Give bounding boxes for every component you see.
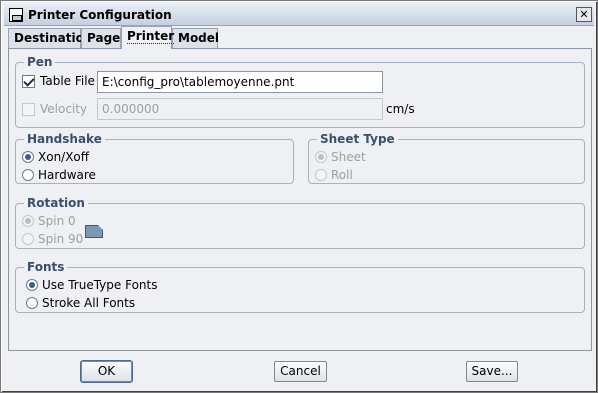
- stroke-all-fonts-label: Stroke All Fonts: [42, 296, 136, 310]
- save-button[interactable]: Save...: [466, 361, 518, 382]
- hardware-radio[interactable]: [22, 169, 34, 181]
- title-bar: Printer Configuration ✕: [4, 4, 594, 26]
- sheet-type-legend: Sheet Type: [317, 132, 398, 146]
- tab-page[interactable]: Page: [81, 28, 121, 48]
- page-orientation-icon: [85, 225, 103, 238]
- stroke-all-fonts-radio[interactable]: [26, 297, 38, 309]
- tab-model[interactable]: Model: [172, 28, 220, 48]
- table-file-label: Table File: [40, 74, 95, 88]
- spin-90-radio[interactable]: [22, 233, 34, 245]
- xon-xoff-label: Xon/Xoff: [38, 150, 90, 164]
- velocity-checkbox-row[interactable]: Velocity: [22, 102, 87, 116]
- fonts-group: Fonts Use TrueType Fonts Stroke All Font…: [15, 260, 585, 313]
- xon-xoff-radio-row[interactable]: Xon/Xoff: [22, 150, 89, 164]
- spin-0-label: Spin 0: [38, 214, 76, 228]
- spin-0-radio[interactable]: [22, 215, 34, 227]
- spin-90-radio-row[interactable]: Spin 90: [22, 232, 83, 246]
- window-title: Printer Configuration: [28, 8, 172, 22]
- use-truetype-fonts-label: Use TrueType Fonts: [42, 278, 158, 292]
- printer-app-icon: [9, 8, 23, 22]
- tab-model-label: Model: [178, 31, 220, 45]
- velocity-checkbox[interactable]: [22, 102, 35, 116]
- xon-xoff-radio[interactable]: [22, 151, 34, 163]
- tab-destination[interactable]: Destination: [8, 28, 92, 48]
- velocity-input[interactable]: 0.000000: [97, 98, 383, 120]
- rotation-legend: Rotation: [24, 196, 88, 210]
- handshake-legend: Handshake: [24, 132, 105, 146]
- hardware-label: Hardware: [38, 168, 96, 182]
- tab-printer[interactable]: Printer: [121, 26, 175, 49]
- pen-group: Pen Table File E:\config_pro\tablemoyenn…: [15, 55, 585, 128]
- table-file-checkbox[interactable]: [22, 74, 35, 88]
- hardware-radio-row[interactable]: Hardware: [22, 168, 96, 182]
- spin-0-radio-row[interactable]: Spin 0: [22, 214, 76, 228]
- roll-label: Roll: [331, 168, 353, 182]
- sheet-label: Sheet: [331, 150, 366, 164]
- ok-button[interactable]: OK: [81, 361, 132, 382]
- rotation-group: Rotation Spin 0 Spin 90: [15, 196, 585, 249]
- fonts-legend: Fonts: [24, 260, 68, 274]
- sheet-radio-row[interactable]: Sheet: [315, 150, 366, 164]
- spin-90-label: Spin 90: [38, 232, 84, 246]
- velocity-unit-label: cm/s: [386, 102, 415, 116]
- printer-tab-panel: Pen Table File E:\config_pro\tablemoyenn…: [8, 48, 592, 351]
- pen-legend: Pen: [24, 55, 56, 69]
- tab-page-label: Page: [87, 31, 121, 45]
- velocity-label: Velocity: [40, 102, 88, 116]
- roll-radio-row[interactable]: Roll: [315, 168, 353, 182]
- sheet-radio[interactable]: [315, 151, 327, 163]
- use-truetype-fonts-radio[interactable]: [26, 279, 38, 291]
- stroke-all-fonts-radio-row[interactable]: Stroke All Fonts: [26, 296, 135, 310]
- table-file-checkbox-row[interactable]: Table File: [22, 74, 95, 88]
- printer-configuration-dialog: Printer Configuration ✕ Destination Page…: [0, 0, 598, 393]
- roll-radio[interactable]: [315, 169, 327, 181]
- table-file-input[interactable]: E:\config_pro\tablemoyenne.pnt: [97, 71, 383, 93]
- cancel-button[interactable]: Cancel: [274, 361, 327, 382]
- tab-printer-label: Printer: [127, 29, 175, 44]
- handshake-group: Handshake Xon/Xoff Hardware: [15, 132, 294, 184]
- sheet-type-group: Sheet Type Sheet Roll: [308, 132, 585, 184]
- use-truetype-fonts-radio-row[interactable]: Use TrueType Fonts: [26, 278, 157, 292]
- close-button[interactable]: ✕: [576, 7, 592, 22]
